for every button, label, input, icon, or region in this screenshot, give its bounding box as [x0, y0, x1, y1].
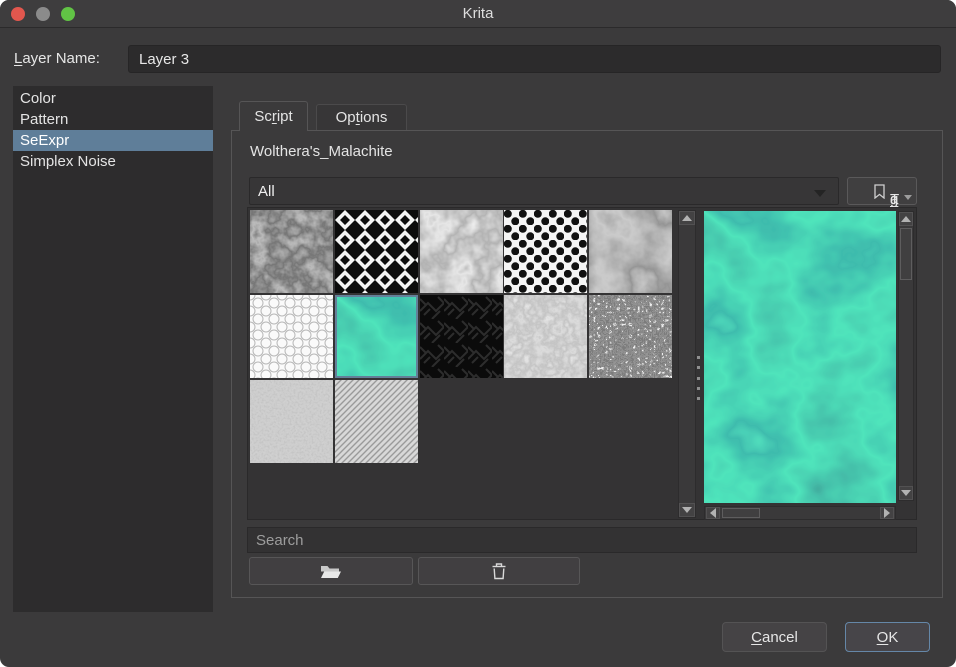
- titlebar[interactable]: Krita: [0, 0, 956, 28]
- tag-filter-combobox[interactable]: All: [249, 177, 839, 205]
- preview-vertical-scrollbar[interactable]: [898, 211, 914, 501]
- pattern-image: [335, 295, 418, 378]
- arrow-up-icon: [682, 215, 692, 221]
- list-item-pattern[interactable]: Pattern: [13, 109, 213, 130]
- pattern-chooser: [247, 207, 917, 520]
- tag-menu-arrow-icon: [904, 195, 912, 200]
- pattern-image: [504, 210, 587, 293]
- pattern-thumbnail-fine-gray-noise[interactable]: [250, 380, 333, 463]
- scrollbar-thumb[interactable]: [722, 508, 760, 518]
- pattern-image: [589, 295, 672, 378]
- pattern-thumbnail-truchet-loops[interactable]: [250, 295, 333, 378]
- pattern-thumbnail-dark-marble[interactable]: [250, 210, 333, 293]
- list-item-simplex-noise[interactable]: Simplex Noise: [13, 151, 213, 172]
- import-resource-button[interactable]: [249, 557, 413, 585]
- scroll-down-button[interactable]: [899, 486, 913, 500]
- list-item-color[interactable]: Color: [13, 88, 213, 109]
- pattern-image: [504, 295, 587, 378]
- scrollbar-thumb[interactable]: [900, 228, 912, 280]
- pattern-thumbnail-malachite[interactable]: [335, 295, 418, 378]
- pattern-image: [420, 295, 503, 378]
- chevron-down-icon: [814, 190, 826, 197]
- pattern-preview: [704, 211, 896, 503]
- arrow-down-icon: [901, 490, 911, 496]
- pattern-thumbnail-halftone-dots[interactable]: [504, 210, 587, 293]
- pattern-thumbnail-dark-smoke[interactable]: [589, 210, 672, 293]
- tab-script[interactable]: Script: [239, 101, 308, 131]
- scroll-down-button[interactable]: [679, 503, 695, 517]
- scroll-up-button[interactable]: [899, 212, 913, 226]
- trash-icon: [491, 562, 507, 580]
- bookmark-icon: [874, 184, 885, 199]
- tab-options[interactable]: Options: [316, 104, 407, 130]
- search-input[interactable]: [247, 527, 917, 553]
- pattern-image: [420, 210, 503, 293]
- pattern-thumbnail-gray-clouds[interactable]: [420, 210, 503, 293]
- arrow-left-icon: [710, 508, 716, 518]
- arrow-up-icon: [901, 216, 911, 222]
- tag-filter-value: All: [258, 183, 275, 200]
- window-title: Krita: [0, 5, 956, 22]
- arrow-down-icon: [682, 507, 692, 513]
- arrow-right-icon: [884, 508, 890, 518]
- pattern-image: [589, 210, 672, 293]
- pattern-thumbnail-gray-concrete[interactable]: [504, 295, 587, 378]
- pattern-image: [250, 210, 333, 293]
- krita-dialog-window: Krita Layer Name: Color Pattern SeExpr S…: [0, 0, 956, 667]
- scroll-up-button[interactable]: [679, 211, 695, 225]
- pattern-image: [335, 380, 418, 463]
- pattern-image: [250, 295, 333, 378]
- malachite-preview-image: [704, 211, 896, 503]
- preview-horizontal-scrollbar[interactable]: [704, 506, 896, 520]
- layer-name-input[interactable]: [128, 45, 941, 73]
- script-tab-panel: Wolthera's_Malachite All Tag: [231, 130, 943, 598]
- cancel-button[interactable]: Cancel: [722, 622, 827, 652]
- generator-list: Color Pattern SeExpr Simplex Noise: [13, 86, 213, 612]
- layer-name-label: Layer Name:: [14, 50, 100, 67]
- delete-resource-button[interactable]: [418, 557, 580, 585]
- list-item-seexpr[interactable]: SeExpr: [13, 130, 213, 151]
- pattern-image: [335, 210, 418, 293]
- scroll-left-button[interactable]: [706, 507, 720, 519]
- selected-pattern-name: Wolthera's_Malachite: [250, 143, 393, 160]
- folder-icon: [320, 563, 342, 580]
- pattern-thumbnail-bw-triangles[interactable]: [335, 210, 418, 293]
- pattern-image: [250, 380, 333, 463]
- tag-button[interactable]: Tag: [847, 177, 917, 205]
- pattern-thumbnail-diagonal-weave[interactable]: [335, 380, 418, 463]
- pattern-thumbnail-speckled-noise[interactable]: [589, 295, 672, 378]
- ok-button[interactable]: OK: [845, 622, 930, 652]
- scroll-right-button[interactable]: [880, 507, 894, 519]
- pattern-thumbnail-dark-maze[interactable]: [420, 295, 503, 378]
- splitter-handle[interactable]: [694, 354, 702, 402]
